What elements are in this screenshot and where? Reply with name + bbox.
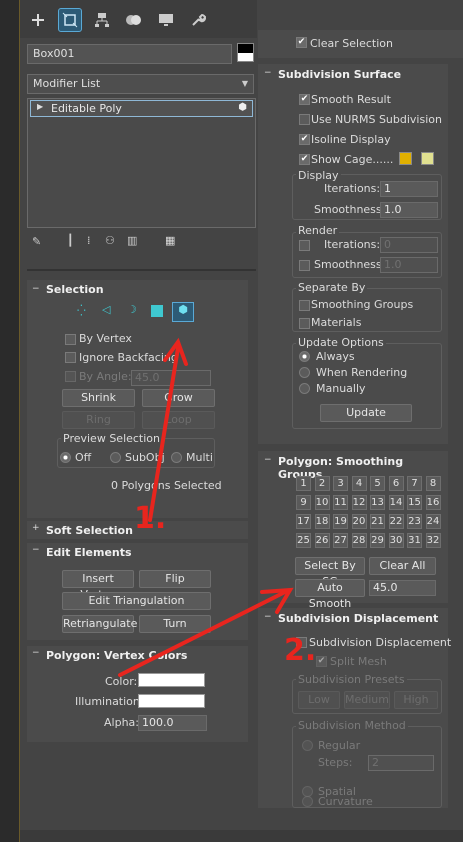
annotation-arrow-2 bbox=[118, 590, 287, 677]
annotation-label-two: 2. bbox=[284, 633, 316, 668]
annotation-overlay: 1. 2. bbox=[118, 337, 316, 677]
annotation-arrow-1 bbox=[148, 346, 180, 522]
annotation-label-one: 1. bbox=[134, 501, 166, 536]
